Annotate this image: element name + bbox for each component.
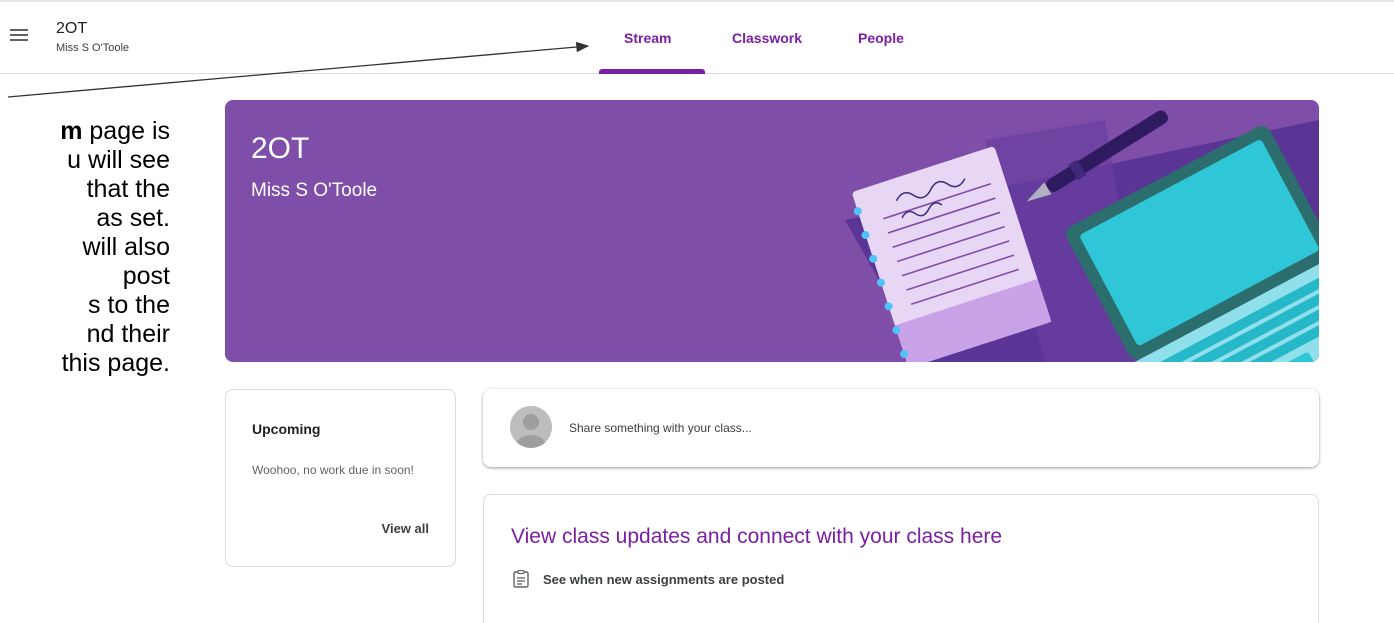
annotation-line: that the [0, 175, 170, 204]
annotation-line: as set. [0, 204, 170, 233]
class-teacher: Miss S O'Toole [56, 42, 130, 54]
tab-stream[interactable]: Stream [624, 30, 671, 46]
banner-teacher: Miss S O'Toole [251, 180, 378, 201]
class-title[interactable]: 2OT [56, 20, 87, 38]
share-box[interactable]: Share something with your class... [483, 389, 1319, 467]
annotation-line: u will see [0, 146, 170, 175]
banner-illustration [845, 110, 1319, 362]
view-all-link[interactable]: View all [382, 521, 429, 536]
annotation-bold: m [60, 117, 83, 145]
annotation-line: m page is [0, 117, 170, 146]
top-bar: 2OT Miss S O'Toole Stream Classwork Peop… [0, 0, 1394, 74]
annotation-text-run: will also [82, 233, 170, 261]
upcoming-card: Upcoming Woohoo, no work due in soon! Vi… [225, 389, 456, 567]
annotation-line: will also [0, 233, 170, 262]
annotation-text-run: this page. [61, 349, 170, 377]
annotation-text-run: that the [86, 175, 170, 203]
class-banner: 2OT Miss S O'Toole [225, 100, 1319, 362]
share-input-placeholder[interactable]: Share something with your class... [569, 421, 752, 435]
active-tab-indicator [599, 69, 705, 74]
tab-people[interactable]: People [858, 30, 904, 46]
annotation-text-run: as set. [96, 204, 170, 232]
annotation-text-run: u will see [67, 146, 170, 174]
menu-icon[interactable] [10, 26, 30, 42]
updates-title: View class updates and connect with your… [511, 525, 1003, 548]
annotation-text-run: s to the [88, 291, 170, 319]
annotation-text: m page is u will see that the as set. will a… [0, 117, 170, 378]
annotation-line: s to the [0, 291, 170, 320]
annotation-text-run: page is [82, 117, 170, 145]
assignment-icon [513, 570, 529, 588]
annotation-text-run: nd their [86, 320, 170, 348]
annotation-line: post [0, 262, 170, 291]
updates-item-text: See when new assignments are posted [543, 572, 785, 587]
upcoming-message: Woohoo, no work due in soon! [252, 463, 414, 477]
avatar-icon [510, 406, 552, 448]
banner-class-title: 2OT [251, 132, 310, 165]
tab-classwork[interactable]: Classwork [732, 30, 802, 46]
class-updates-card: View class updates and connect with your… [483, 494, 1319, 623]
annotation-text-run: post [122, 262, 170, 290]
annotation-line: this page. [0, 349, 170, 378]
annotation-line: nd their [0, 320, 170, 349]
upcoming-title: Upcoming [252, 421, 321, 437]
